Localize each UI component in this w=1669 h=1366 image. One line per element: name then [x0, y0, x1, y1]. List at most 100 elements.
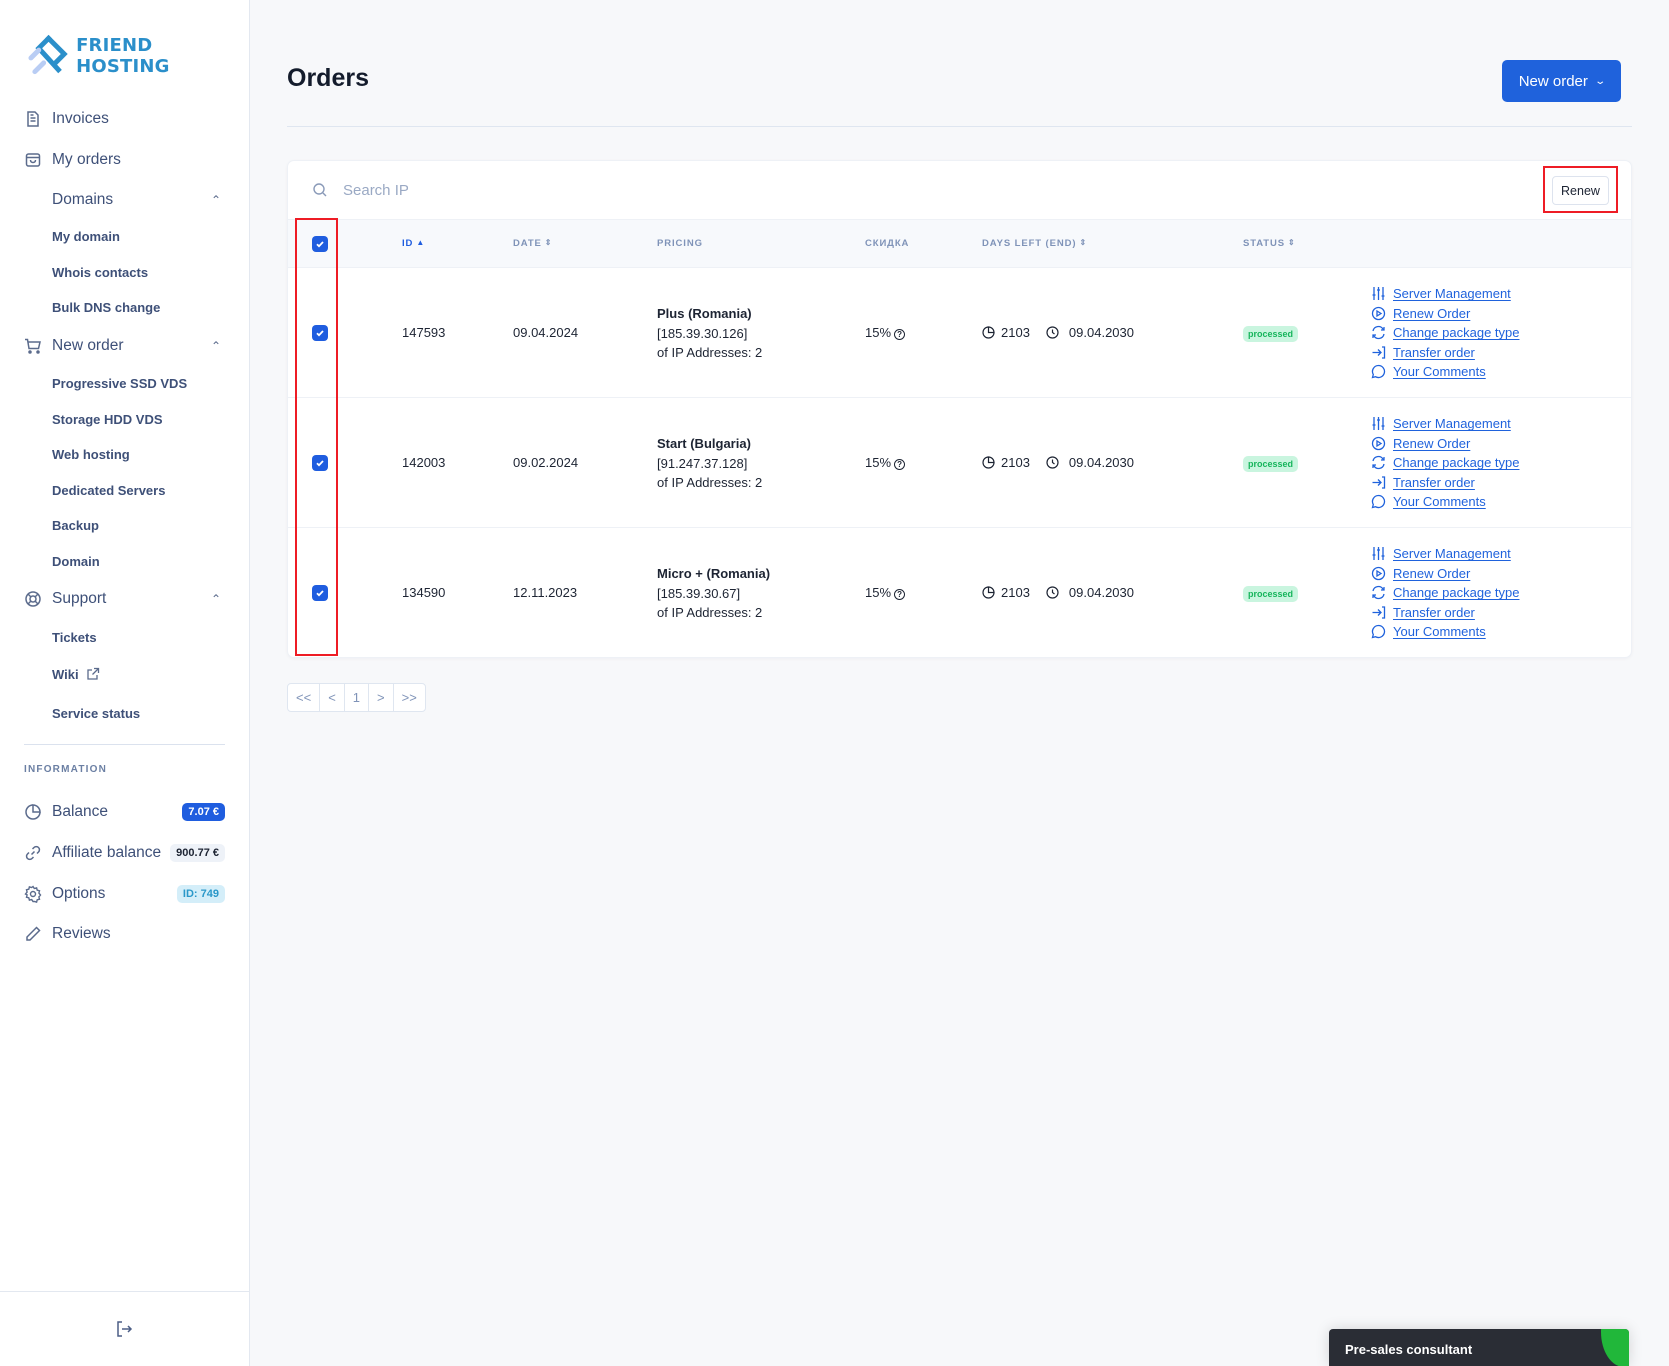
discount-value: 15% — [865, 585, 892, 600]
ip-count: of IP Addresses: 2 — [657, 345, 763, 360]
action-label: Transfer order — [1393, 604, 1475, 620]
days-left-value: 2103 — [1001, 585, 1030, 600]
chevron-up-icon[interactable]: ⌃ — [211, 592, 221, 606]
row-actions: Server Management Renew Order Change packa… — [1371, 284, 1519, 382]
sidebar-subitem-storage-hdd-vds[interactable]: Storage HDD VDS — [52, 409, 163, 431]
sidebar-divider — [24, 744, 225, 745]
action-server-management-link[interactable]: Server Management — [1371, 544, 1519, 564]
new-order-label: New order — [1518, 72, 1588, 90]
select-all-checkbox[interactable] — [312, 236, 328, 252]
search-ip-input[interactable] — [343, 175, 943, 205]
sidebar-item-support[interactable]: Support ⌃ — [24, 584, 225, 614]
order-date: 12.11.2023 — [513, 585, 578, 600]
column-header-days-left[interactable]: DAYS LEFT (END) ⇕ — [982, 238, 1087, 249]
column-header-status[interactable]: STATUS ⇕ — [1243, 238, 1296, 249]
logo[interactable]: FRIEND HOSTING — [27, 34, 249, 78]
sort-icon: ⇕ — [544, 238, 553, 247]
sidebar-item-label: My orders — [52, 151, 121, 168]
next-page-button[interactable]: > — [369, 684, 394, 711]
chevron-up-icon[interactable]: ⌃ — [211, 339, 221, 353]
action-transfer-order-link[interactable]: Transfer order — [1371, 603, 1519, 623]
order-date: 09.02.2024 — [513, 455, 579, 470]
chevron-up-icon[interactable]: ⌃ — [211, 193, 221, 207]
header-divider — [287, 126, 1632, 127]
last-page-button[interactable]: >> — [394, 684, 425, 711]
action-label: Change package type — [1393, 455, 1520, 471]
sidebar-item-reviews[interactable]: Reviews — [24, 919, 225, 949]
action-your-comments-link[interactable]: Your Comments — [1371, 362, 1519, 382]
action-your-comments-link[interactable]: Your Comments — [1371, 492, 1519, 512]
first-page-button[interactable]: << — [288, 684, 321, 711]
action-your-comments-link[interactable]: Your Comments — [1371, 622, 1519, 642]
days-left-value: 2103 — [1001, 325, 1030, 340]
sliders-icon — [1371, 416, 1386, 431]
sidebar-subitem-dedicated-servers[interactable]: Dedicated Servers — [52, 480, 165, 502]
sidebar-subitem-whois-contacts[interactable]: Whois contacts — [52, 262, 148, 284]
sidebar-item-balance[interactable]: Balance 7.07 € — [24, 797, 225, 827]
sidebar-item-affiliate-balance[interactable]: Affiliate balance 900.77 € — [24, 838, 225, 868]
sidebar-item-domains[interactable]: Domains ⌃ — [52, 185, 225, 215]
column-label: DAYS LEFT (END) — [982, 238, 1077, 249]
sidebar-subitem-progressive-ssd-vds[interactable]: Progressive SSD VDS — [52, 373, 187, 395]
logout-icon[interactable] — [115, 1320, 133, 1338]
action-label: Renew Order — [1393, 565, 1471, 581]
new-order-button[interactable]: New order ⌄ — [1502, 60, 1621, 102]
sidebar-item-my-orders[interactable]: My orders — [24, 145, 225, 175]
end-date-value: 09.04.2030 — [1068, 585, 1134, 600]
action-label: Your Comments — [1393, 624, 1486, 640]
sort-icon: ⇕ — [1288, 238, 1296, 247]
row-checkbox[interactable] — [312, 585, 328, 601]
column-header-date[interactable]: DATE ⇕ — [513, 238, 552, 249]
column-header-discount: СКИДКА — [865, 238, 910, 249]
sidebar-subitem-domain[interactable]: Domain — [52, 551, 100, 573]
sidebar-item-invoices[interactable]: Invoices — [24, 104, 225, 134]
sidebar-section-title: INFORMATION — [24, 764, 108, 775]
sidebar-subitem-my-domain[interactable]: My domain — [52, 226, 120, 248]
row-checkbox[interactable] — [312, 455, 328, 471]
table-row: 147593 09.04.2024 Plus (Romania) [185.39.30… — [288, 268, 1631, 398]
user-id-badge: ID: 749 — [176, 885, 225, 903]
search-icon — [312, 182, 328, 198]
action-renew-order-link[interactable]: Renew Order — [1371, 304, 1519, 324]
action-renew-order-link[interactable]: Renew Order — [1371, 564, 1519, 584]
comment-icon — [1371, 364, 1386, 379]
page-1-button[interactable]: 1 — [345, 684, 370, 711]
sidebar-item-new-order[interactable]: New order ⌃ — [24, 331, 225, 361]
row-checkbox[interactable] — [312, 325, 328, 341]
sidebar-item-label: Domains — [52, 191, 114, 208]
order-id: 142003 — [402, 455, 446, 470]
status-badge: processed — [1243, 326, 1299, 342]
days-left-cell: 2103 09.04.2030 — [982, 455, 1134, 470]
action-renew-order-link[interactable]: Renew Order — [1371, 434, 1519, 454]
table-header: ID ▲ DATE ⇕ PRICING СКИДКА DAYS LEFT (END)… — [288, 220, 1631, 268]
sidebar-subitem-web-hosting[interactable]: Web hosting — [52, 444, 130, 466]
pie-chart-icon — [982, 456, 995, 469]
column-header-id[interactable]: ID ▲ — [402, 238, 425, 249]
action-transfer-order-link[interactable]: Transfer order — [1371, 473, 1519, 493]
sidebar-subitem-bulk-dns-change[interactable]: Bulk DNS change — [52, 297, 160, 319]
action-change-package-type-link[interactable]: Change package type — [1371, 583, 1519, 603]
transfer-icon — [1371, 475, 1386, 490]
sidebar-subitem-wiki[interactable]: Wiki — [52, 664, 100, 686]
prev-page-button[interactable]: < — [320, 684, 345, 711]
check-icon — [316, 460, 324, 467]
help-icon[interactable]: ? — [894, 329, 906, 340]
check-icon — [316, 330, 324, 337]
ip-count: of IP Addresses: 2 — [657, 605, 763, 620]
action-server-management-link[interactable]: Server Management — [1371, 284, 1519, 304]
sidebar-subitem-tickets[interactable]: Tickets — [52, 627, 97, 649]
refresh-icon — [1371, 585, 1386, 600]
action-transfer-order-link[interactable]: Transfer order — [1371, 343, 1519, 363]
pre-sales-consultant-widget[interactable]: Pre-sales consultant — [1329, 1329, 1629, 1366]
sidebar-subitem-service-status[interactable]: Service status — [52, 703, 140, 725]
sidebar-subitem-backup[interactable]: Backup — [52, 515, 99, 537]
renew-button[interactable]: Renew — [1552, 176, 1609, 205]
end-date-value: 09.04.2030 — [1068, 325, 1134, 340]
refresh-icon — [1371, 325, 1386, 340]
action-change-package-type-link[interactable]: Change package type — [1371, 453, 1519, 473]
sidebar-item-options[interactable]: Options ID: 749 — [24, 879, 225, 909]
help-icon[interactable]: ? — [894, 589, 906, 600]
help-icon[interactable]: ? — [894, 459, 906, 470]
action-change-package-type-link[interactable]: Change package type — [1371, 323, 1519, 343]
action-server-management-link[interactable]: Server Management — [1371, 414, 1519, 434]
